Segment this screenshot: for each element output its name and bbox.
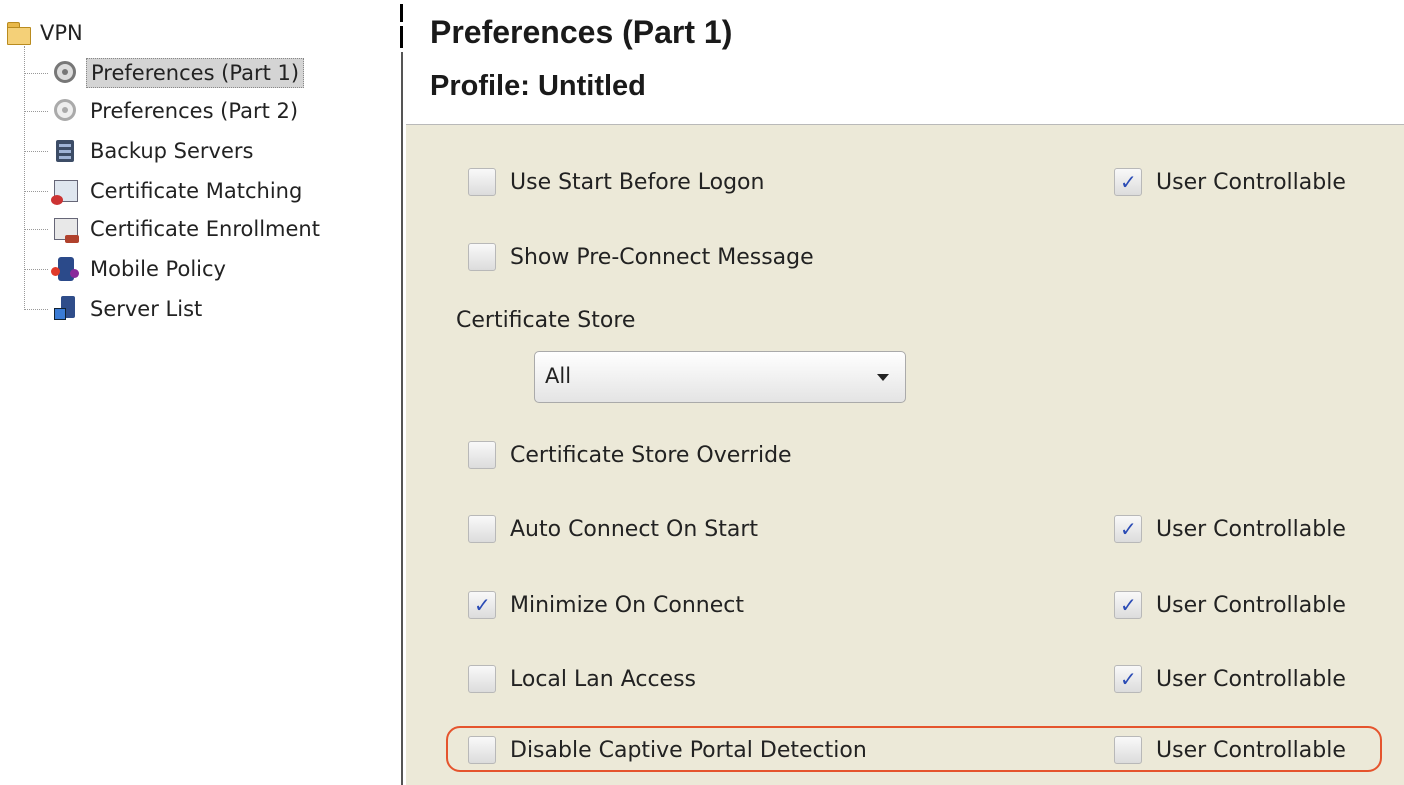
tree-item-label: Preferences (Part 2): [90, 99, 299, 123]
certificate-store-override-option[interactable]: Certificate Store Override: [468, 435, 792, 475]
local-lan-access-checkbox[interactable]: [468, 665, 496, 693]
preferences-form: Use Start Before Logon User Controllable…: [406, 125, 1404, 785]
user-controllable-label: User Controllable: [1156, 666, 1346, 692]
tree-item-preferences-part-1[interactable]: Preferences (Part 1): [24, 56, 305, 90]
tree-item-label: Preferences (Part 1): [86, 58, 305, 88]
tree-item-server-list[interactable]: Server List: [24, 292, 206, 326]
tree-item-backup-servers[interactable]: Backup Servers: [24, 134, 257, 168]
tree-item-certificate-enrollment[interactable]: Certificate Enrollment: [24, 212, 324, 246]
splitter-line: [401, 52, 403, 785]
certificate-store-override-label: Certificate Store Override: [510, 442, 792, 468]
tree-root-vpn[interactable]: VPN: [6, 18, 83, 48]
disable-captive-portal-detection-option[interactable]: Disable Captive Portal Detection: [468, 730, 867, 770]
tree-item-label: Mobile Policy: [90, 257, 226, 281]
tree-item-mobile-policy[interactable]: Mobile Policy: [24, 252, 230, 286]
pane-splitter[interactable]: [398, 0, 406, 785]
certificate-icon: [48, 176, 82, 206]
minimize-on-connect-label: Minimize On Connect: [510, 592, 744, 618]
tree-item-label: Server List: [90, 297, 203, 321]
user-controllable-checkbox[interactable]: [1114, 591, 1142, 619]
show-preconnect-message-label: Show Pre-Connect Message: [510, 244, 814, 270]
local-lan-access-label: Local Lan Access: [510, 666, 697, 692]
gear-icon: [48, 58, 82, 88]
user-controllable-checkbox[interactable]: [1114, 515, 1142, 543]
user-controllable-label: User Controllable: [1156, 516, 1346, 542]
auto-connect-on-start-label: Auto Connect On Start: [510, 516, 759, 542]
minimize-on-connect-option[interactable]: Minimize On Connect: [468, 585, 744, 625]
user-controllable-label: User Controllable: [1156, 592, 1346, 618]
user-controllable-checkbox[interactable]: [1114, 168, 1142, 196]
use-start-before-logon-option[interactable]: Use Start Before Logon: [468, 162, 764, 202]
chevron-down-icon[interactable]: [877, 374, 889, 381]
panel-header: Preferences (Part 1) Profile: Untitled: [406, 0, 1404, 125]
gear-icon: [48, 96, 82, 126]
disable-captive-portal-detection-label: Disable Captive Portal Detection: [510, 737, 867, 763]
tree-item-label: Certificate Matching: [90, 179, 303, 203]
use-start-before-logon-checkbox[interactable]: [468, 168, 496, 196]
minimize-on-connect-user-controllable[interactable]: User Controllable: [1114, 585, 1346, 625]
auto-connect-on-start-option[interactable]: Auto Connect On Start: [468, 509, 758, 549]
tree-item-certificate-matching[interactable]: Certificate Matching: [24, 174, 306, 208]
user-controllable-label: User Controllable: [1156, 169, 1346, 195]
mobile-policy-icon: [48, 254, 82, 284]
server-list-icon: [48, 294, 82, 324]
use-start-before-logon-user-controllable[interactable]: User Controllable: [1114, 162, 1346, 202]
certificate-store-select[interactable]: All: [534, 351, 906, 403]
disable-captive-portal-detection-user-controllable[interactable]: User Controllable: [1114, 730, 1346, 770]
folder-icon: [6, 21, 32, 45]
profile-label: Profile: Untitled: [430, 70, 646, 102]
tree-item-label: Backup Servers: [90, 139, 254, 163]
use-start-before-logon-label: Use Start Before Logon: [510, 169, 765, 195]
show-preconnect-message-option[interactable]: Show Pre-Connect Message: [468, 237, 814, 277]
server-icon: [48, 136, 82, 166]
certificate-store-label: Certificate Store: [456, 308, 636, 333]
show-preconnect-message-checkbox[interactable]: [468, 243, 496, 271]
navigation-tree: VPN Preferences (Part 1) Preferences (Pa…: [0, 0, 398, 785]
user-controllable-checkbox[interactable]: [1114, 736, 1142, 764]
user-controllable-label: User Controllable: [1156, 737, 1346, 763]
page-title: Preferences (Part 1): [430, 14, 733, 50]
auto-connect-on-start-checkbox[interactable]: [468, 515, 496, 543]
certificate-store-override-checkbox[interactable]: [468, 441, 496, 469]
user-controllable-checkbox[interactable]: [1114, 665, 1142, 693]
tree-item-label: Certificate Enrollment: [90, 217, 320, 241]
certificate-enroll-icon: [48, 214, 82, 244]
local-lan-access-user-controllable[interactable]: User Controllable: [1114, 659, 1346, 699]
tree-root-label: VPN: [40, 21, 83, 45]
auto-connect-on-start-user-controllable[interactable]: User Controllable: [1114, 509, 1346, 549]
certificate-store-value: All: [545, 364, 572, 388]
splitter-grip[interactable]: [400, 4, 403, 48]
minimize-on-connect-checkbox[interactable]: [468, 591, 496, 619]
local-lan-access-option[interactable]: Local Lan Access: [468, 659, 696, 699]
tree-item-preferences-part-2[interactable]: Preferences (Part 2): [24, 94, 302, 128]
disable-captive-portal-detection-checkbox[interactable]: [468, 736, 496, 764]
